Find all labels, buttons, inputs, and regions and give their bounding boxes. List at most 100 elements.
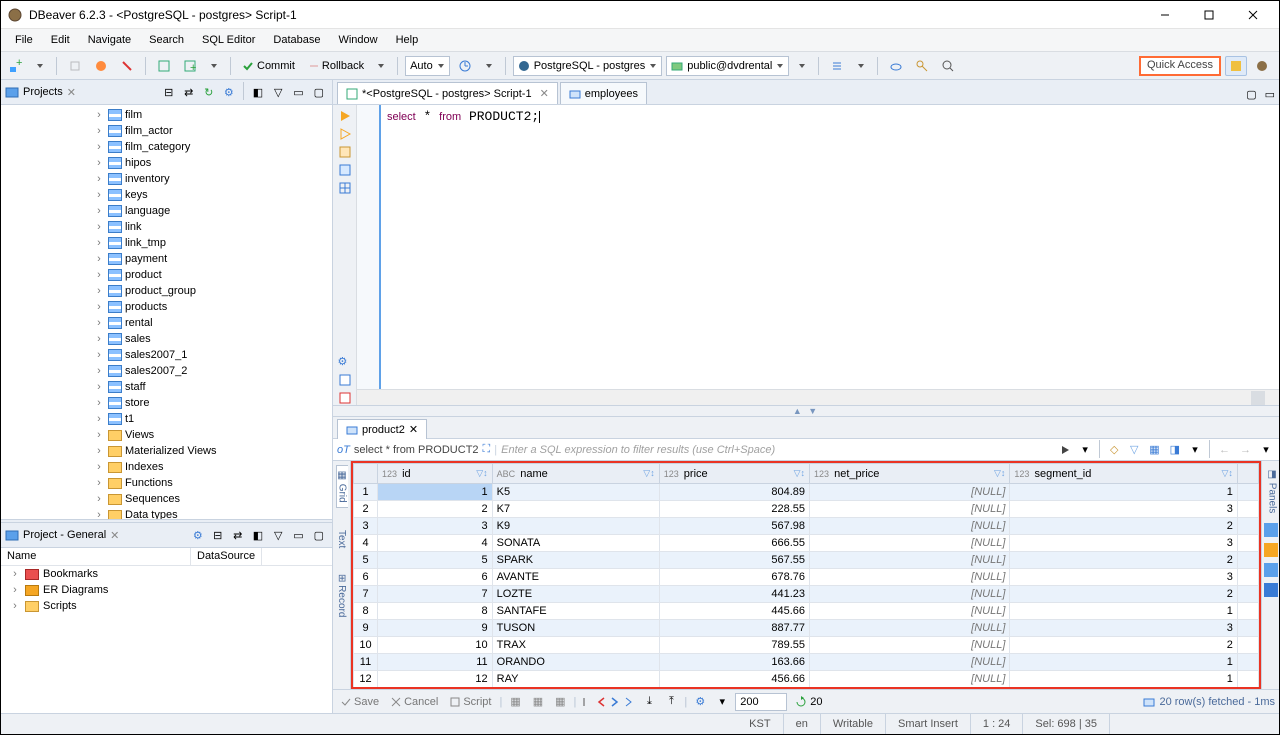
tab-script1[interactable]: *<PostgreSQL - postgres> Script-1✕ (337, 82, 558, 104)
expand-icon[interactable]: › (93, 253, 105, 265)
tree-node-rental[interactable]: ›rental (1, 315, 332, 331)
cell-id[interactable]: 5 (378, 552, 493, 569)
filter-settings-icon[interactable]: ▽ (1125, 440, 1143, 460)
menu-database[interactable]: Database (265, 31, 328, 49)
col-header-name[interactable]: ABC name ▽↕ (492, 464, 659, 484)
cell-segment[interactable]: 3 (1010, 620, 1238, 637)
cell-segment[interactable]: 2 (1010, 637, 1238, 654)
expand-icon[interactable]: › (93, 125, 105, 137)
table-row[interactable]: 1212RAY456.66[NULL]1 (354, 671, 1259, 688)
tree-node-product[interactable]: ›product (1, 267, 332, 283)
expand-icon[interactable]: › (93, 173, 105, 185)
settings-icon[interactable]: ⚙ (220, 82, 238, 102)
txn-dropdown-icon[interactable] (372, 56, 390, 76)
cell-netprice[interactable]: [NULL] (810, 688, 1010, 690)
panel-btn2-icon[interactable] (1264, 543, 1278, 557)
cell-segment[interactable]: 3 (1010, 501, 1238, 518)
rollback-button[interactable]: Rollback (303, 56, 368, 76)
project-item-er-diagrams[interactable]: ›ER Diagrams (1, 582, 332, 598)
dup-row-icon[interactable]: ▦ (529, 692, 547, 712)
cell-netprice[interactable]: [NULL] (810, 518, 1010, 535)
projects-close-icon[interactable]: ✕ (67, 86, 76, 99)
panel-btn1-icon[interactable] (1264, 523, 1278, 537)
nav-back-icon[interactable]: ← (1215, 440, 1234, 460)
save-button[interactable]: Save (337, 696, 383, 708)
sql-editor-icon[interactable] (153, 56, 175, 76)
row-header[interactable]: 1 (354, 484, 378, 501)
panels-icon[interactable]: ◨ (1166, 440, 1184, 460)
expand-filter-icon[interactable]: ⛶ (483, 443, 491, 456)
run-new-tab-icon[interactable] (338, 145, 352, 159)
menu-sqleditor[interactable]: SQL Editor (194, 31, 263, 49)
cell-price[interactable]: 163.66 (659, 654, 809, 671)
tree-node-sequences[interactable]: ›Sequences (1, 491, 332, 507)
minimize-button[interactable] (1145, 4, 1185, 26)
view-menu2-icon[interactable]: ▽ (269, 525, 287, 545)
cell-price[interactable]: 456.66 (659, 671, 809, 688)
connect-icon[interactable] (64, 56, 86, 76)
expand-icon[interactable]: › (93, 333, 105, 345)
cell-name[interactable]: SONATA (492, 535, 659, 552)
more-tabs-icon[interactable]: ▭ (1261, 84, 1279, 104)
expand-icon[interactable]: › (93, 429, 105, 441)
next-page-icon[interactable] (610, 696, 620, 708)
tree-node-hipos[interactable]: ›hipos (1, 155, 332, 171)
horizontal-scrollbar[interactable] (357, 389, 1279, 405)
run-script-icon[interactable] (338, 127, 352, 141)
vtab-text[interactable]: Text (336, 526, 347, 552)
nav-dropdown-icon[interactable]: ▾ (1257, 440, 1275, 460)
export-rows-icon[interactable]: ⤓ (640, 692, 658, 712)
editor-result-splitter[interactable]: ▲ ▼ (333, 405, 1279, 417)
cell-netprice[interactable]: [NULL] (810, 671, 1010, 688)
cell-name[interactable]: LOZTE (492, 586, 659, 603)
min-icon[interactable]: ▭ (289, 82, 307, 102)
tree-node-product_group[interactable]: ›product_group (1, 283, 332, 299)
row-header[interactable]: 2 (354, 501, 378, 518)
database-tree[interactable]: ›film›film_actor›film_category›hipos›inv… (1, 105, 332, 519)
max-editor-icon[interactable]: ▢ (1242, 84, 1260, 104)
cell-segment[interactable]: 3 (1010, 535, 1238, 552)
filter-history-icon[interactable]: ▾ (1076, 440, 1094, 460)
project-close-icon[interactable]: ✕ (110, 529, 119, 542)
tree-node-film[interactable]: ›film (1, 107, 332, 123)
row-header[interactable]: 4 (354, 535, 378, 552)
cell-segment[interactable]: 2 (1010, 552, 1238, 569)
cell-id[interactable]: 10 (378, 637, 493, 654)
cancel-button[interactable]: Cancel (387, 696, 442, 708)
menu-edit[interactable]: Edit (43, 31, 78, 49)
cell-price[interactable]: 982.55 (659, 688, 809, 690)
cell-name[interactable]: TUSON (492, 620, 659, 637)
expand-icon[interactable]: › (93, 349, 105, 361)
tree-node-inventory[interactable]: ›inventory (1, 171, 332, 187)
expand-icon[interactable]: › (93, 413, 105, 425)
table-row[interactable]: 1010TRAX789.55[NULL]2 (354, 637, 1259, 654)
refresh-icon[interactable]: ↻ (200, 82, 218, 102)
panel-btn4-icon[interactable] (1264, 583, 1278, 597)
apply-filter-icon[interactable] (1056, 440, 1074, 460)
cell-name[interactable]: SANTAFE (492, 603, 659, 620)
cell-price[interactable]: 567.98 (659, 518, 809, 535)
gear-icon[interactable]: ⚙ (189, 525, 207, 545)
cell-name[interactable]: RAY (492, 671, 659, 688)
cell-segment[interactable]: 1 (1010, 654, 1238, 671)
menu-file[interactable]: File (7, 31, 41, 49)
table-row[interactable]: 22K7228.55[NULL]3 (354, 501, 1259, 518)
table-row[interactable]: 77LOZTE441.23[NULL]2 (354, 586, 1259, 603)
expand-icon[interactable]: › (93, 205, 105, 217)
expand-icon[interactable]: › (93, 189, 105, 201)
panel-btn3-icon[interactable] (1264, 563, 1278, 577)
link2-icon[interactable]: ⇄ (229, 525, 247, 545)
cell-id[interactable]: 2 (378, 501, 493, 518)
disconnect-icon[interactable] (90, 56, 112, 76)
table-row[interactable]: 1111ORANDO163.66[NULL]1 (354, 654, 1259, 671)
table-row[interactable]: 66AVANTE678.76[NULL]3 (354, 569, 1259, 586)
save-sql-icon[interactable] (338, 373, 352, 387)
cell-id[interactable]: 3 (378, 518, 493, 535)
table-row[interactable]: 1313MORNING982.55[NULL]3 (354, 688, 1259, 690)
expand-icon[interactable]: › (93, 141, 105, 153)
tree-node-views[interactable]: ›Views (1, 427, 332, 443)
quick-access[interactable]: Quick Access (1139, 56, 1221, 76)
connection-combo[interactable]: PostgreSQL - postgres (513, 56, 662, 76)
cloud-icon[interactable] (885, 56, 907, 76)
row-header[interactable]: 13 (354, 688, 378, 690)
